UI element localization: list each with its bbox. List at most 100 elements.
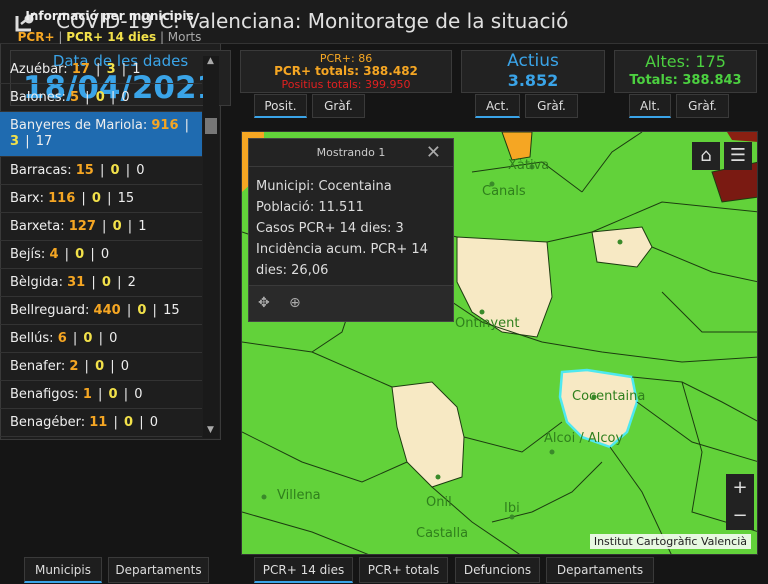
pcr-count: 1: [82, 387, 92, 402]
tab-municipis[interactable]: Municipis: [24, 557, 102, 583]
separator: |: [98, 387, 103, 402]
popup-line: Municipi: Cocentaina: [256, 179, 392, 194]
altes-value: Totals: 388.843: [629, 73, 742, 88]
tab-act[interactable]: Act.: [475, 94, 520, 118]
separator: |: [127, 219, 133, 234]
separator: |: [85, 90, 90, 105]
list-title: Informació per municipis: [25, 9, 194, 23]
pcr14-count: 0: [95, 90, 105, 105]
separator: |: [139, 415, 144, 430]
move-icon[interactable]: ✥: [258, 295, 270, 311]
list-item[interactable]: Bejís: 4 | 0 | 0: [0, 241, 202, 269]
separator: |: [98, 331, 103, 346]
pcr-count: 17: [71, 62, 90, 77]
scrollbar-thumb[interactable]: [205, 118, 217, 134]
list-item[interactable]: Bellreguard: 440 | 0 | 15: [0, 297, 202, 325]
list-item[interactable]: Azuébar: 17 | 3 | 1: [0, 56, 202, 84]
separator: |: [90, 247, 95, 262]
pcr-count: 31: [67, 275, 86, 290]
list-item[interactable]: Barxeta: 127 | 0 | 1: [0, 213, 202, 241]
list-item[interactable]: Barx: 116 | 0 | 15: [0, 185, 202, 213]
scroll-up-icon[interactable]: ▲: [207, 56, 214, 66]
pcr-count: 5: [69, 90, 80, 105]
legend-list-icon[interactable]: ☰: [724, 142, 752, 170]
feature-popup: Mostrando 1 ✕ Municipi: Cocentaina Pobla…: [248, 138, 454, 322]
separator: |: [184, 118, 190, 133]
pcr14-count: 0: [137, 303, 147, 318]
list-item[interactable]: Benafer: 2 | 0 | 0: [0, 353, 202, 381]
municipality-list-panel: Informació per municipis PCR+ | PCR+ 14 …: [0, 0, 221, 440]
pcr-total: PCR+ totals: 388.482: [274, 64, 418, 78]
morts-count: 0: [149, 415, 159, 430]
pcr14-count: 0: [95, 359, 105, 374]
list-item[interactable]: Benagéber: 11 | 0 | 0: [0, 409, 202, 437]
home-icon[interactable]: ⌂: [692, 142, 720, 170]
tab-departaments-map[interactable]: Departaments: [546, 557, 654, 583]
scroll-down-icon[interactable]: ▼: [207, 425, 214, 435]
pcr14-count: 0: [108, 387, 118, 402]
separator: |: [72, 331, 78, 346]
tab-altes-graf[interactable]: Gràf.: [676, 94, 729, 118]
altes-label: Altes: 175: [645, 52, 726, 71]
list-item[interactable]: Benafigos: 1 | 0 | 0: [0, 381, 202, 409]
tab-alt[interactable]: Alt.: [629, 94, 671, 118]
morts-count: 17: [35, 134, 53, 149]
separator: |: [99, 163, 105, 178]
list-item[interactable]: Balones: 5 | 0 | 0: [0, 84, 202, 112]
tab-pcr14[interactable]: PCR+ 14 dies: [254, 557, 353, 583]
separator: |: [125, 163, 131, 178]
pcr-count: 4: [49, 247, 59, 262]
municipi-name: Barx:: [10, 191, 44, 206]
tab-pcr-totals[interactable]: PCR+ totals: [359, 557, 448, 583]
morts-count: 15: [163, 303, 180, 318]
list-scrollbar[interactable]: ▲ ▼: [203, 56, 219, 438]
separator: |: [121, 62, 127, 77]
zoom-in-icon[interactable]: +: [726, 474, 754, 502]
popup-body: Municipi: Cocentaina Població: 11.511 Ca…: [249, 167, 453, 290]
pcr-count: 916: [151, 118, 179, 133]
actius-label: Actius: [507, 51, 559, 71]
tab-departaments-list[interactable]: Departaments: [108, 557, 209, 583]
municipi-name: Barracas:: [10, 163, 72, 178]
morts-count: 0: [109, 331, 118, 346]
pcr14-count: 3: [10, 134, 20, 149]
municipi-name: Benafigos:: [10, 387, 79, 402]
morts-count: 0: [100, 247, 110, 262]
morts-count: 1: [138, 219, 147, 234]
separator: |: [117, 275, 122, 290]
pcr14-count: 0: [83, 331, 93, 346]
tab-pcr-graf[interactable]: Gràf.: [312, 94, 365, 118]
separator: |: [91, 275, 96, 290]
separator: |: [110, 359, 115, 374]
pcr14-count: 0: [101, 275, 111, 290]
legend-pcr: PCR+: [17, 30, 55, 44]
zoom-to-icon[interactable]: ⊕: [289, 295, 301, 311]
morts-count: 0: [120, 359, 130, 374]
zoom-out-icon[interactable]: −: [726, 502, 754, 530]
list-item[interactable]: Bèlgida: 31 | 0 | 2: [0, 269, 202, 297]
pcr-count: 11: [89, 415, 108, 430]
tab-defuncions[interactable]: Defuncions: [455, 557, 540, 583]
separator: |: [123, 387, 129, 402]
tab-actius-graf[interactable]: Gràf.: [525, 94, 578, 118]
separator: |: [113, 415, 118, 430]
morts-count: 2: [127, 275, 136, 290]
list-item[interactable]: Barracas: 15 | 0 | 0: [0, 157, 202, 185]
list-item[interactable]: Banyeres de Mariola: 916 | 3 | 17: [0, 112, 202, 157]
place-label: Villena: [277, 488, 321, 503]
close-icon[interactable]: ✕: [426, 142, 441, 163]
separator: |: [96, 62, 101, 77]
legend-sep: |: [156, 30, 168, 44]
list-item[interactable]: Bellús: 6 | 0 | 0: [0, 325, 202, 353]
popup-line: Incidència acum. PCR+ 14 dies: 26,06: [256, 242, 428, 278]
place-label: Xàtiva: [508, 158, 550, 173]
place-label: Onil: [426, 495, 452, 510]
municipi-name: Balones:: [10, 90, 66, 105]
morts-count: 1: [132, 62, 141, 77]
morts-count: 0: [134, 387, 143, 402]
tab-posit[interactable]: Posit.: [254, 94, 307, 118]
popup-actions: ✥ ⊕: [249, 285, 453, 321]
popup-title: Mostrando 1: [249, 139, 453, 167]
morts-count: 15: [117, 191, 135, 206]
municipi-name: Benagéber:: [10, 415, 86, 430]
